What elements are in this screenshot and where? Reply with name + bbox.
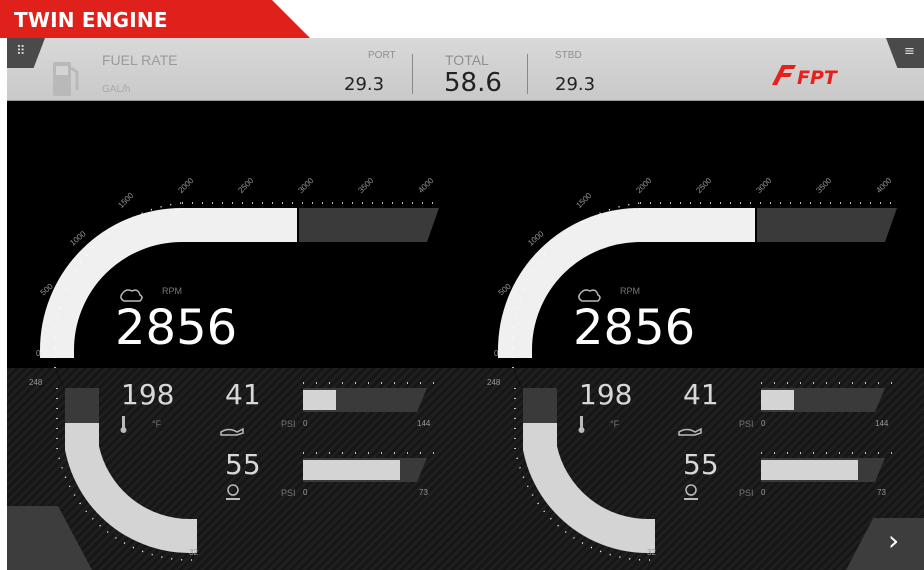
oil-min-label: 0 [303,419,308,428]
rpm-tick-label: 0 [36,349,41,358]
boost-min-label: 0 [303,488,308,497]
temp-max-label: 248 [487,378,501,387]
rpm-value: 2856 [115,300,238,356]
oil-bar-fill [761,390,794,410]
oil-max-label: 144 [417,419,431,428]
rpm-tick-label: 0 [494,349,499,358]
port-engine-panel: 0 500 1000 1500 2000 2500 3000 3500 4000… [7,38,465,570]
rpm-remaining-track [299,208,439,242]
chevron-right-icon: › [888,524,900,557]
stbd-engine-panel: 0 500 1000 1500 2000 2500 3000 3500 4000… [465,38,923,570]
boost-pressure-value: 55 [225,448,261,481]
rpm-remaining-track [757,208,897,242]
oil-pressure-value: 41 [683,378,719,411]
title-tab: TWIN ENGINE [0,0,310,38]
engine-display: ⠿ FUEL RATE GAL/h PORT 29.3 TOTAL 58.6 S… [7,38,924,570]
oil-can-icon [220,427,244,436]
temp-min-label: 32 [647,548,656,557]
temp-min-label: 32 [189,548,198,557]
boost-pressure-value: 55 [683,448,719,481]
rpm-value: 2856 [573,300,696,356]
boost-max-label: 73 [419,488,428,497]
oil-pressure-value: 41 [225,378,261,411]
oil-min-label: 0 [761,419,766,428]
rpm-label: RPM [162,286,182,296]
boost-pressure-unit: PSI [739,488,754,498]
coolant-temp-unit: °F [610,419,620,429]
rpm-label: RPM [620,286,640,296]
oil-pressure-unit: PSI [281,419,296,429]
boost-max-label: 73 [877,488,886,497]
temp-max-label: 248 [29,378,43,387]
thermometer-icon [578,416,585,433]
boost-bar-fill [303,460,400,480]
oil-max-label: 144 [875,419,889,428]
turbo-icon [684,484,698,500]
coolant-temp-unit: °F [152,419,162,429]
oil-can-icon [678,427,702,436]
boost-pressure-unit: PSI [281,488,296,498]
thermometer-icon [120,416,127,433]
oil-bar-fill [303,390,336,410]
boost-min-label: 0 [761,488,766,497]
turbo-icon [226,484,240,500]
oil-pressure-unit: PSI [739,419,754,429]
boost-bar-fill [761,460,858,480]
coolant-temp-value: 198 [579,378,633,411]
coolant-temp-value: 198 [121,378,175,411]
page-title: TWIN ENGINE [14,8,168,32]
